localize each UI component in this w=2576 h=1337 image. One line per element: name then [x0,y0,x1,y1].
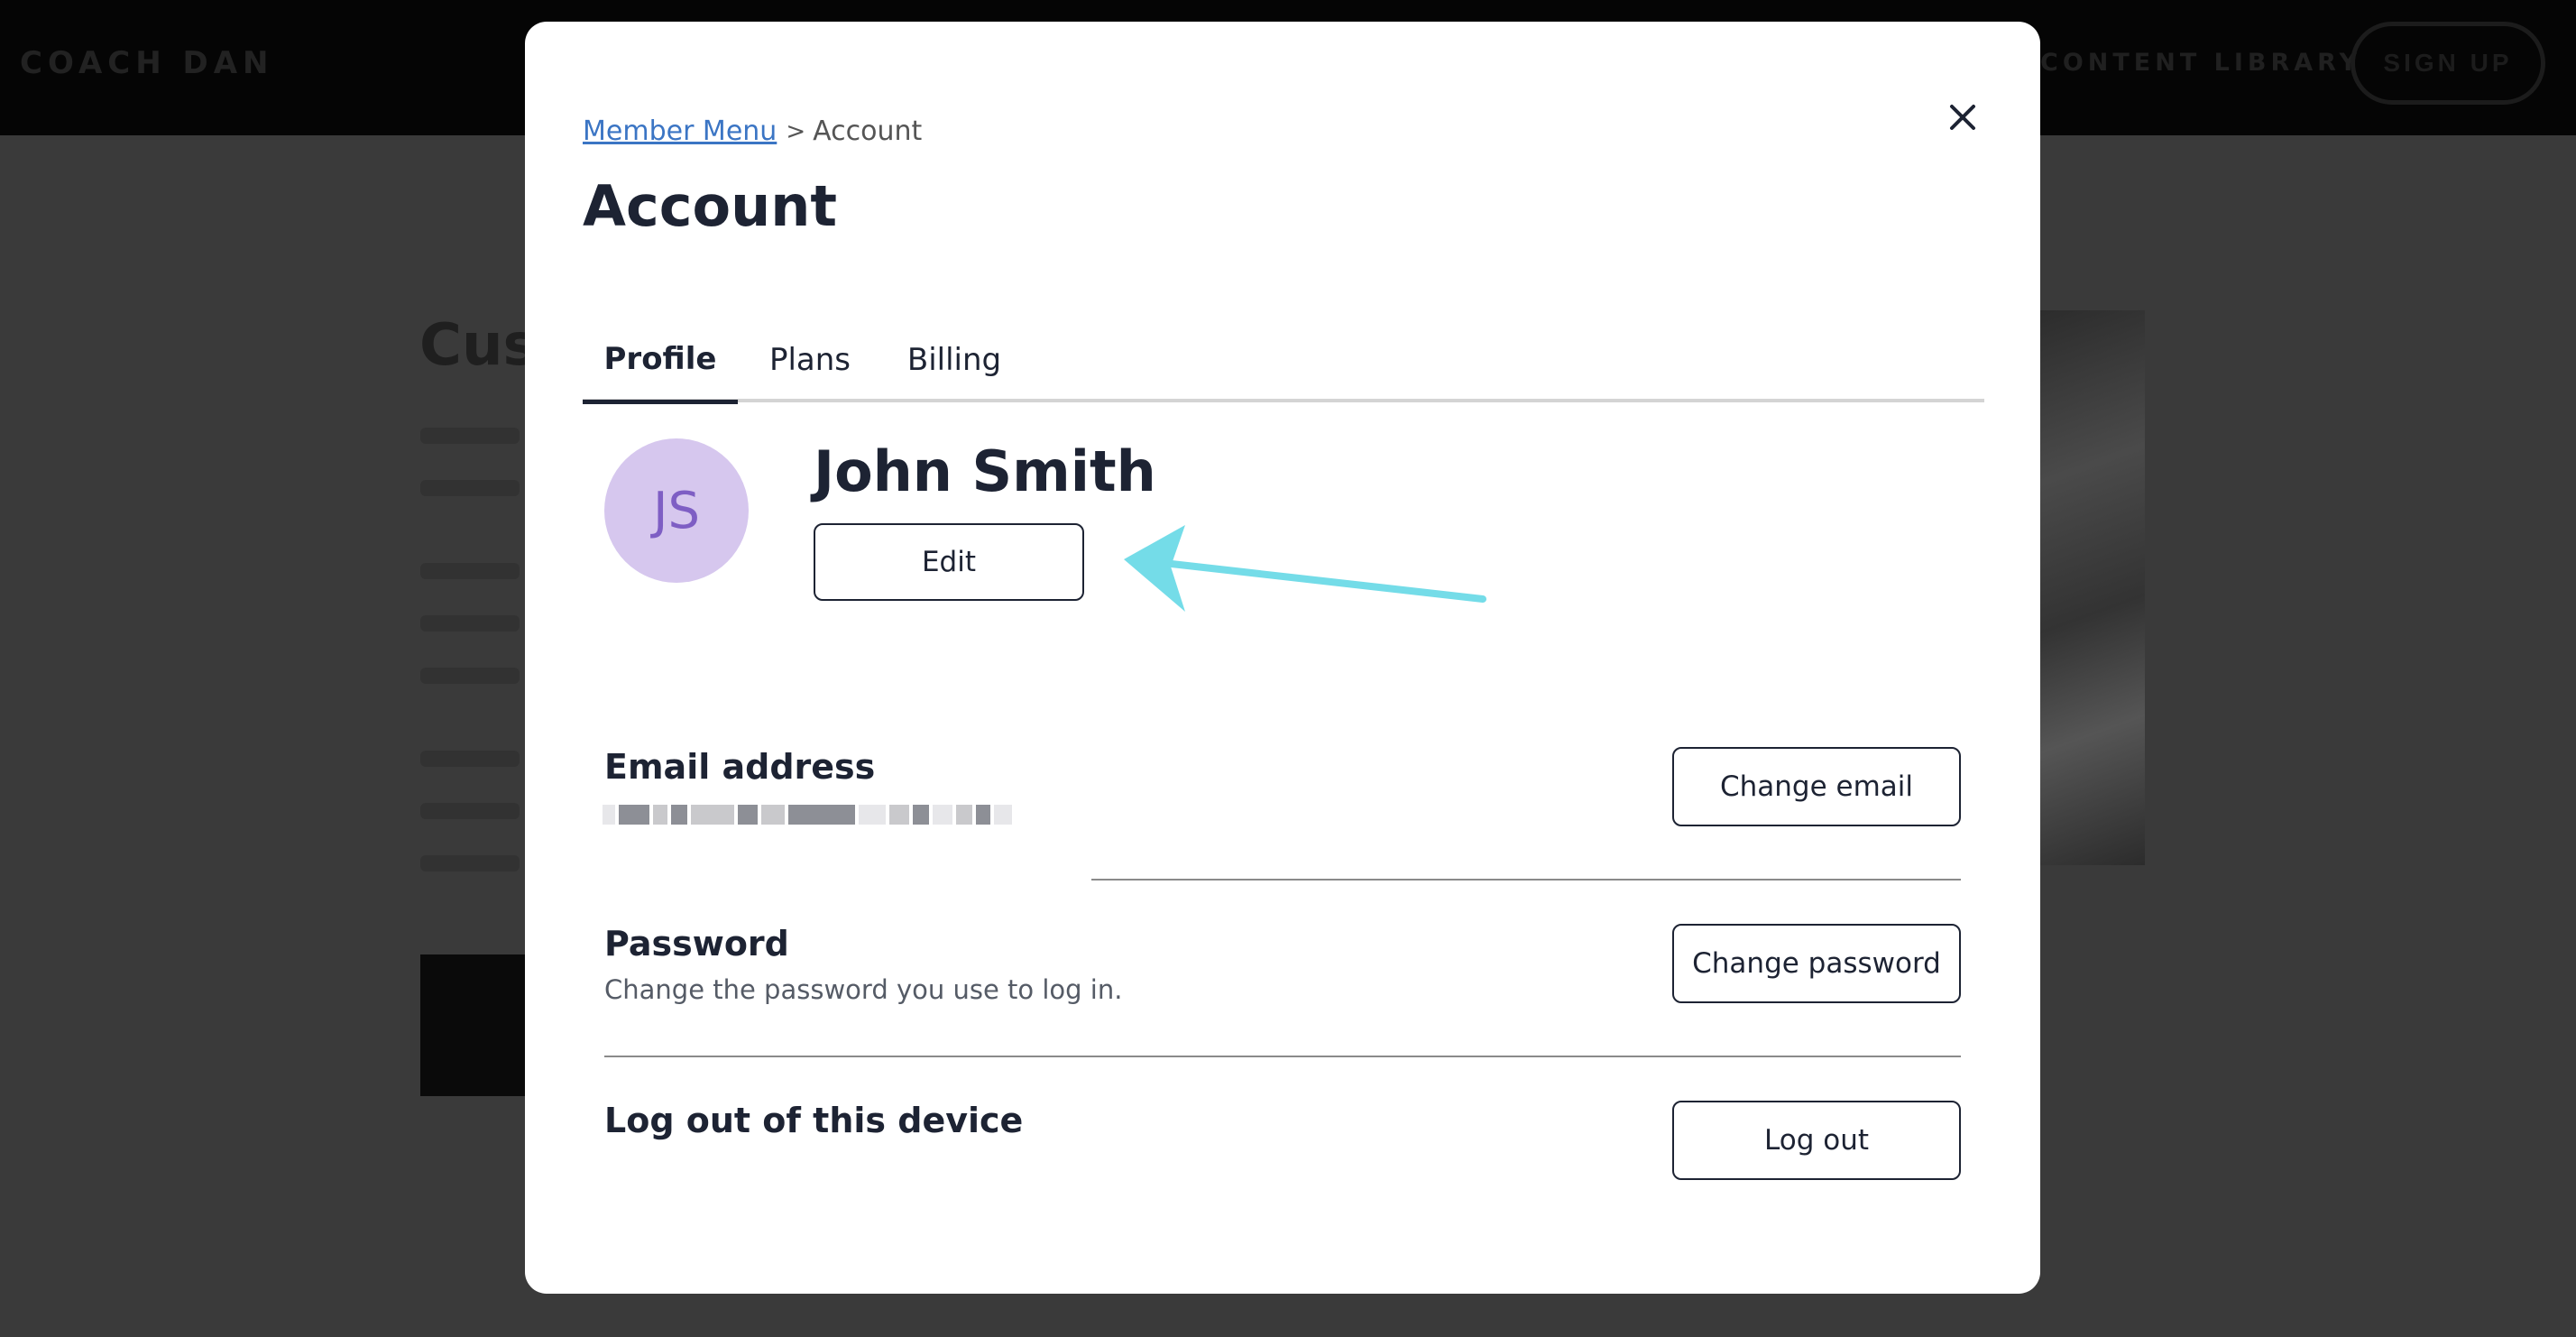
email-section-title: Email address [604,747,876,787]
annotation-arrow-icon [1124,525,1486,612]
background-text-line [420,855,520,871]
breadcrumb-member-menu-link[interactable]: Member Menu [583,115,777,147]
background-text-line [420,751,520,767]
background-cta-button[interactable] [420,954,538,1096]
edit-profile-button[interactable]: Edit [814,523,1084,601]
password-section-description: Change the password you use to log in. [604,974,1123,1005]
tab-profile[interactable]: Profile [583,318,738,404]
site-logo: COACH DAN [20,45,274,81]
section-divider [1091,879,1961,881]
background-text-line [420,615,520,632]
signup-button[interactable]: SIGN UP [2351,22,2545,105]
avatar: JS [604,438,749,583]
account-tabs: Profile Plans Billing [583,318,1984,404]
tab-billing[interactable]: Billing [886,318,1023,402]
close-icon [1950,105,1975,130]
change-email-button[interactable]: Change email [1672,747,1961,826]
password-section-title: Password [604,924,789,964]
nav-content-library[interactable]: CONTENT LIBRARY [2040,49,2361,77]
logout-section-title: Log out of this device [604,1101,1024,1140]
breadcrumb-separator: > [786,117,806,145]
section-divider [604,1056,1961,1057]
background-text-line [420,803,520,819]
tab-plans[interactable]: Plans [747,318,873,402]
breadcrumb: Member Menu > Account [583,115,922,147]
log-out-button[interactable]: Log out [1672,1101,1961,1180]
close-button[interactable] [1937,92,1988,143]
breadcrumb-current: Account [813,115,923,147]
background-text-line [420,563,520,579]
change-password-button[interactable]: Change password [1672,924,1961,1003]
background-text-line [420,480,520,496]
background-text-line [420,428,520,444]
account-modal: Member Menu > Account Account Profile Pl… [525,22,2040,1294]
profile-name: John Smith [814,438,1156,504]
page-title: Account [583,173,837,239]
background-text-line [420,668,520,684]
email-value-redacted [603,805,1086,825]
